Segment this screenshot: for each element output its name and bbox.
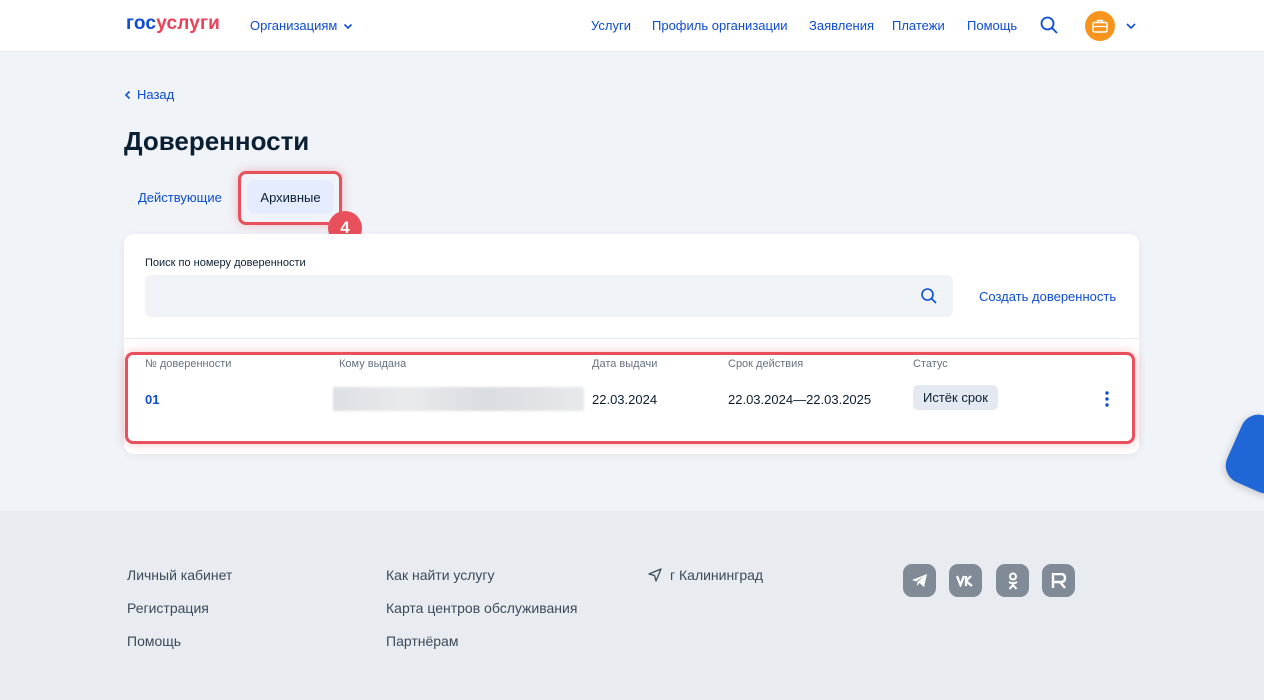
page-title: Доверенности [124,126,310,156]
footer-link-find-service[interactable]: Как найти услугу [386,567,495,583]
search-input[interactable] [145,275,953,317]
chevron-down-icon[interactable] [1125,20,1137,32]
create-power-of-attorney-link[interactable]: Создать доверенность [979,289,1116,304]
odnoklassniki-icon[interactable] [996,564,1029,597]
rutube-icon[interactable] [1042,564,1075,597]
location-arrow-icon [648,568,662,582]
footer-link-registration[interactable]: Регистрация [127,600,209,616]
telegram-icon[interactable] [903,564,936,597]
city-selector[interactable]: г Калининград [648,567,763,583]
vk-glyph [955,574,973,587]
top-header: госуслуги Организациям Услуги Профиль ор… [0,0,1264,52]
chevron-down-icon [344,23,353,29]
card-divider [124,338,1139,339]
briefcase-icon [1092,19,1108,33]
nav-help[interactable]: Помощь [967,18,1017,33]
nav-applications[interactable]: Заявления [809,18,874,33]
footer-link-service-map[interactable]: Карта центров обслуживания [386,600,577,616]
rutube-glyph [1051,572,1066,589]
highlight-frame-tab [238,171,342,225]
footer-link-partners[interactable]: Партнёрам [386,633,458,649]
avatar[interactable] [1085,11,1115,41]
assistant-widget[interactable] [1219,408,1264,500]
nav-payments[interactable]: Платежи [892,18,945,33]
footer-link-cabinet[interactable]: Личный кабинет [127,567,232,583]
search-icon[interactable] [1039,15,1059,35]
gosuslugi-logo[interactable]: госуслуги [126,13,220,35]
back-label: Назад [137,87,175,102]
odnoklassniki-glyph [1007,572,1018,590]
city-name: г Калининград [670,567,764,583]
highlight-frame-row [125,352,1135,444]
chevron-left-icon [124,90,131,99]
vk-icon[interactable] [949,564,982,597]
tab-active[interactable]: Действующие [124,180,236,214]
search-icon[interactable] [920,287,938,305]
organizations-menu-label: Организациям [250,18,338,33]
nav-services[interactable]: Услуги [591,18,631,33]
telegram-glyph [912,574,927,587]
nav-org-profile[interactable]: Профиль организации [652,18,787,33]
search-label: Поиск по номеру доверенности [145,257,306,269]
back-link[interactable]: Назад [124,87,174,102]
organizations-menu[interactable]: Организациям [250,18,353,33]
footer-link-help[interactable]: Помощь [127,633,181,649]
